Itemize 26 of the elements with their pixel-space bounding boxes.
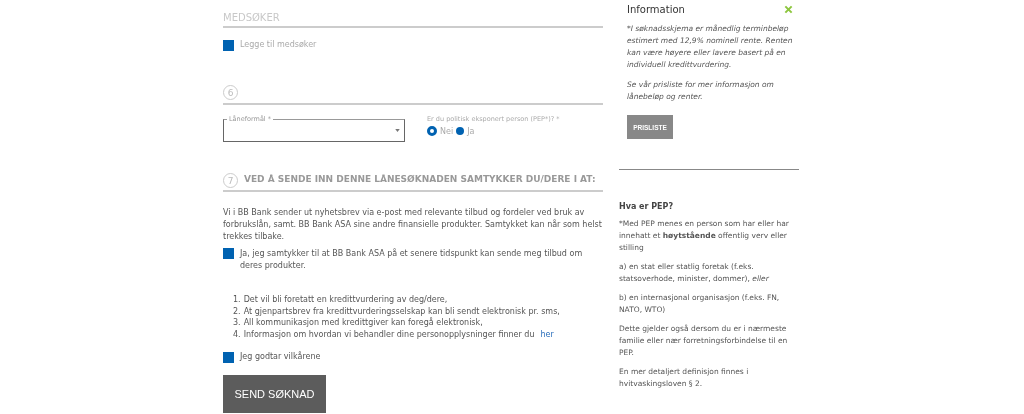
loan-purpose-select[interactable]	[223, 119, 405, 142]
checkbox-label: Jeg godtar vilkårene	[240, 351, 321, 363]
list-number: 3.	[233, 317, 241, 329]
checkbox[interactable]	[223, 248, 234, 259]
here-link[interactable]: her	[540, 328, 554, 340]
checkbox-label: Legge til medsøker	[240, 39, 317, 51]
list-item-text: All kommunikasjon med kredittgiver kan foregå elektronisk,	[243, 317, 483, 329]
send-application-button[interactable]: SEND SØKNAD	[223, 375, 326, 413]
list-number: 2.	[233, 305, 241, 317]
radio-label: Nei	[440, 126, 454, 136]
pep-heading: Hva er PEP?	[619, 202, 675, 211]
caret-icon	[395, 129, 400, 132]
list-item-text: Informasjon om hvordan vi behandler dine personopplysninger finner du	[243, 328, 535, 340]
list-number: 4.	[233, 328, 241, 340]
list-item-text: At gjenpartsbrev fra kredittvurderingsselskap kan bli sendt elektronisk pr. sms,	[243, 305, 560, 317]
list-number: 1.	[233, 294, 241, 306]
section-heading: VED Å SENDE INN DENNE LÅNESØKNADEN SAMTYKKER DU/DERE I AT:	[244, 173, 596, 186]
newsletter-paragraph: Vi i BB Bank sender ut nyhetsbrev via e-post med relevante tilbud og fordeler ved bruk av forbrukslån, samt. BB Bank ASA sine andre finansielle produkter. Samtykket kan når som helst trekkes tilbake.	[223, 207, 603, 243]
panel-title: Information	[627, 4, 685, 15]
checkbox[interactable]	[223, 351, 234, 363]
list-item-text: Det vil bli foretatt en kredittvurdering av deg/dere,	[243, 294, 448, 306]
radio-button[interactable]	[456, 127, 465, 135]
radio-label: Ja	[467, 126, 475, 136]
checkbox[interactable]	[223, 39, 234, 51]
radio-button[interactable]	[427, 126, 437, 136]
checkbox-label: Ja, jeg samtykker til at BB Bank ASA på et senere tidspunkt kan sende meg tilbud om deres produkter.	[240, 248, 584, 272]
